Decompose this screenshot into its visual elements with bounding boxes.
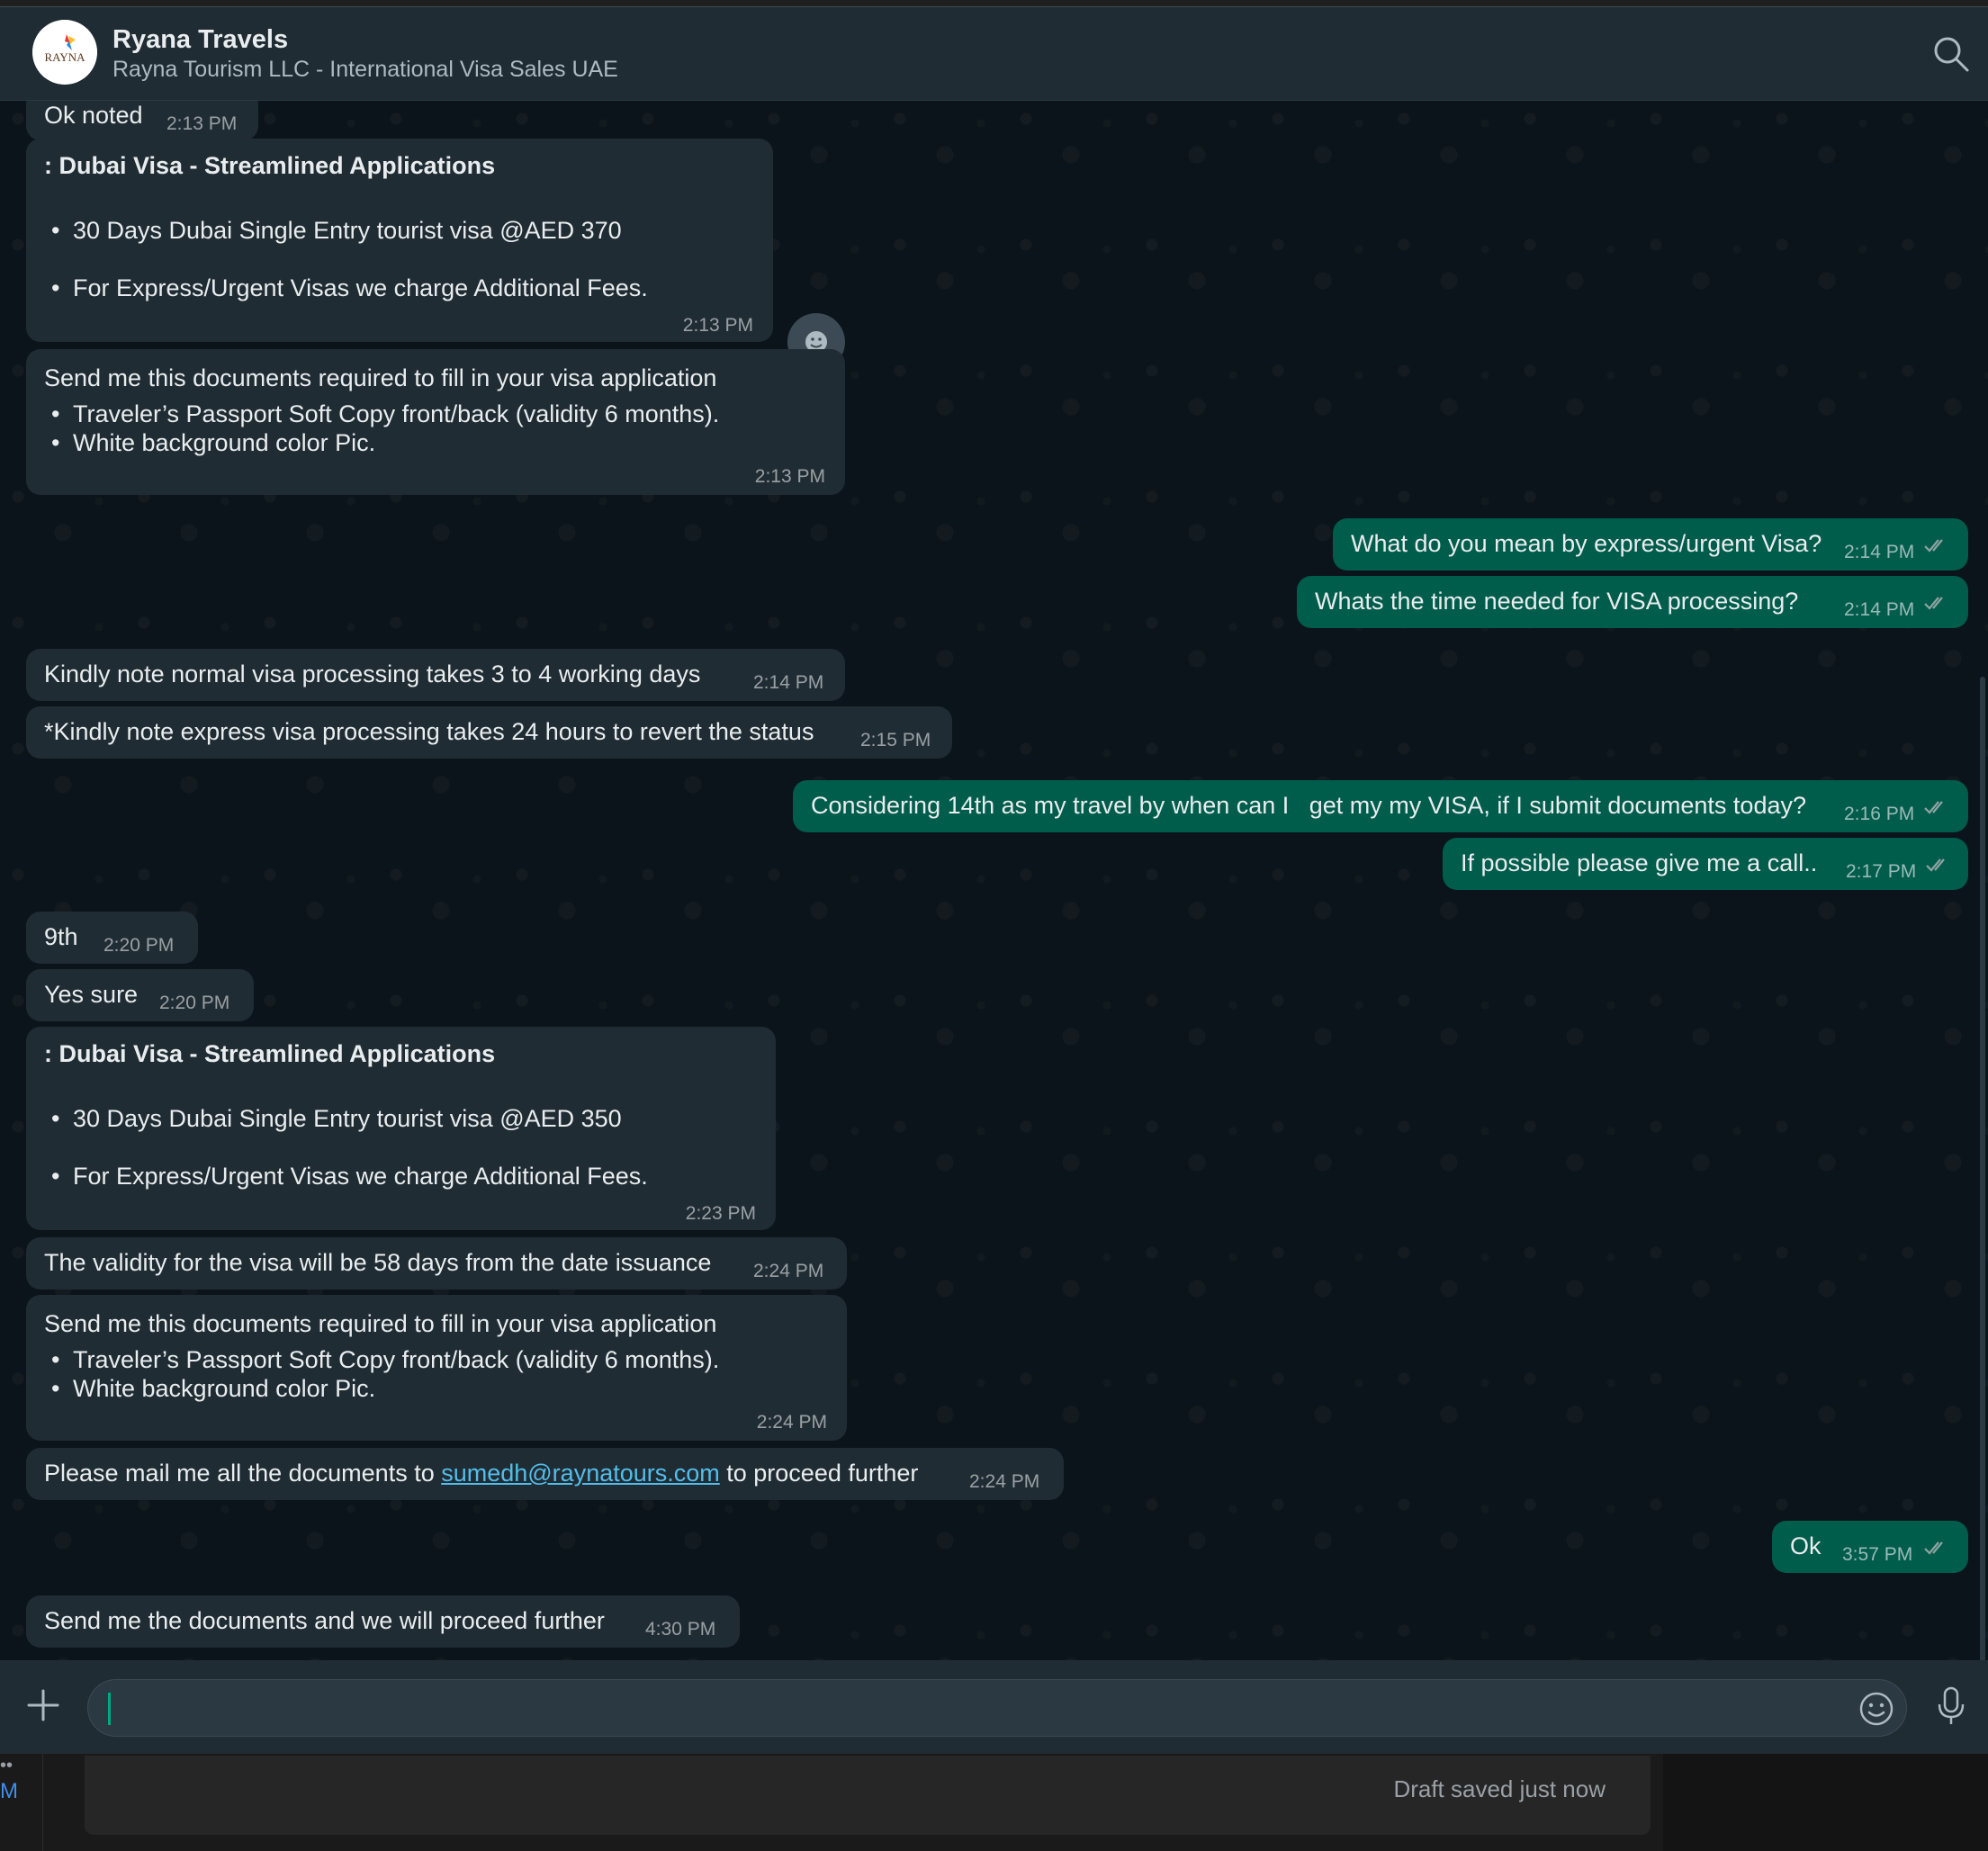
double-check-icon — [1924, 1541, 1943, 1555]
message-time: 2:24 PM — [753, 1261, 824, 1281]
avatar[interactable]: RAYNA — [32, 20, 97, 85]
emoji-icon[interactable] — [1858, 1690, 1895, 1728]
svg-text:RAYNA: RAYNA — [44, 50, 85, 64]
message-text: Send me this documents required to fill … — [44, 364, 717, 391]
message-input[interactable] — [87, 1679, 1907, 1737]
email-link[interactable]: sumedh@raynatours.com — [441, 1460, 720, 1487]
double-check-icon — [1924, 539, 1943, 553]
double-check-icon — [1926, 858, 1945, 872]
message-incoming[interactable]: 9th 2:20 PM — [26, 912, 198, 964]
message-text: Considering 14th as my travel by when ca… — [811, 792, 1806, 819]
double-check-icon — [1924, 801, 1943, 814]
plus-icon[interactable] — [25, 1687, 61, 1723]
message-incoming[interactable]: Yes sure 2:20 PM — [26, 969, 254, 1021]
message-bullet: White background color Pic. — [51, 427, 375, 459]
message-list[interactable]: Ok noted 2:13 PM : Dubai Visa - Streamli… — [0, 101, 1988, 1660]
message-bullet: 30 Days Dubai Single Entry tourist visa … — [51, 1102, 622, 1135]
message-text-after: to proceed further — [719, 1460, 919, 1487]
message-text: Send me this documents required to fill … — [44, 1310, 717, 1337]
double-check-icon — [1924, 597, 1943, 610]
message-text: Kindly note normal visa processing takes… — [44, 660, 701, 687]
message-title: : Dubai Visa - Streamlined Applications — [44, 1040, 496, 1067]
message-time: 2:20 PM — [159, 993, 230, 1013]
window-top-edge — [0, 0, 1988, 7]
message-outgoing[interactable]: What do you mean by express/urgent Visa?… — [1333, 518, 1968, 571]
message-outgoing[interactable]: Whats the time needed for VISA processin… — [1297, 576, 1968, 628]
message-text: Whats the time needed for VISA processin… — [1315, 588, 1799, 615]
more-dots: •• — [0, 1756, 13, 1775]
background-sidebar-edge: •• M — [0, 1754, 43, 1851]
message-time: 2:15 PM — [860, 730, 931, 750]
message-text: What do you mean by express/urgent Visa? — [1351, 530, 1822, 557]
contact-subtitle: Rayna Tourism LLC - International Visa S… — [112, 57, 618, 82]
message-bullet: Traveler’s Passport Soft Copy front/back… — [51, 398, 719, 430]
message-outgoing[interactable]: If possible please give me a call.. 2:17… — [1443, 838, 1968, 890]
message-composer — [0, 1660, 1988, 1754]
message-text: *Kindly note express visa processing tak… — [44, 718, 814, 745]
message-incoming[interactable]: The validity for the visa will be 58 day… — [26, 1237, 847, 1289]
message-time: 4:30 PM — [645, 1619, 716, 1640]
message-text: Ok noted — [44, 102, 143, 129]
message-time: 2:23 PM — [685, 1203, 756, 1224]
message-incoming[interactable]: Send me this documents required to fill … — [26, 1295, 847, 1441]
chat-header[interactable]: RAYNA Ryana Travels Rayna Tourism LLC - … — [0, 7, 1988, 101]
message-incoming[interactable]: Kindly note normal visa processing takes… — [26, 649, 845, 701]
message-text: 9th — [44, 923, 78, 950]
text-caret — [108, 1693, 111, 1725]
search-icon[interactable] — [1931, 34, 1971, 74]
whatsapp-window: RAYNA Ryana Travels Rayna Tourism LLC - … — [0, 0, 1988, 1851]
message-bullet: Traveler’s Passport Soft Copy front/back… — [51, 1343, 719, 1376]
message-text-before: Please mail me all the documents to — [44, 1460, 442, 1487]
message-text: The validity for the visa will be 58 day… — [44, 1249, 712, 1276]
message-outgoing[interactable]: Ok 3:57 PM — [1772, 1521, 1968, 1573]
message-time: 2:14 PM — [1844, 599, 1915, 620]
contact-name[interactable]: Ryana Travels — [112, 25, 288, 55]
message-time: 2:17 PM — [1846, 861, 1917, 882]
message-outgoing[interactable]: Considering 14th as my travel by when ca… — [793, 780, 1968, 832]
message-incoming[interactable]: : Dubai Visa - Streamlined Applications … — [26, 1027, 776, 1230]
message-time: 2:24 PM — [756, 1412, 827, 1433]
message-incoming[interactable]: Please mail me all the documents to sume… — [26, 1448, 1064, 1500]
message-bullet: White background color Pic. — [51, 1372, 375, 1405]
message-time: 2:24 PM — [969, 1471, 1040, 1492]
message-time: 2:14 PM — [1844, 542, 1915, 562]
message-text: Yes sure — [44, 981, 139, 1008]
message-time: 2:13 PM — [166, 113, 238, 134]
message-time: 2:13 PM — [682, 315, 753, 336]
message-time: 2:16 PM — [1844, 804, 1915, 824]
message-text: Please mail me all the documents to sume… — [44, 1457, 918, 1489]
message-bullet: For Express/Urgent Visas we charge Addit… — [51, 1160, 648, 1192]
draft-status: Draft saved just now — [1393, 1775, 1606, 1802]
message-incoming[interactable]: Ok noted 2:13 PM — [26, 101, 258, 140]
message-time: 2:14 PM — [753, 672, 824, 693]
message-text: If possible please give me a call.. — [1461, 849, 1818, 876]
message-time: 2:13 PM — [754, 466, 825, 487]
message-title: : Dubai Visa - Streamlined Applications — [44, 152, 496, 179]
draft-panel: Draft saved just now — [85, 1756, 1651, 1835]
message-time: 3:57 PM — [1842, 1544, 1913, 1565]
message-text: Send me the documents and we will procee… — [44, 1607, 605, 1634]
background-panel-right — [1663, 1754, 1988, 1851]
scrollbar[interactable] — [1980, 677, 1985, 1660]
message-incoming[interactable]: Send me this documents required to fill … — [26, 349, 845, 495]
message-bullet: 30 Days Dubai Single Entry tourist visa … — [51, 214, 622, 247]
sidebar-letter: M — [0, 1779, 18, 1803]
message-incoming[interactable]: : Dubai Visa - Streamlined Applications … — [26, 139, 773, 342]
message-bullet: For Express/Urgent Visas we charge Addit… — [51, 272, 648, 304]
message-time: 2:20 PM — [103, 935, 175, 956]
microphone-icon[interactable] — [1935, 1685, 1967, 1727]
message-incoming[interactable]: *Kindly note express visa processing tak… — [26, 706, 952, 759]
rayna-logo-icon: RAYNA — [32, 20, 97, 85]
background-window-strip: •• M Draft saved just now — [0, 1754, 1988, 1851]
message-incoming[interactable]: Send me the documents and we will procee… — [26, 1595, 740, 1648]
message-text: Ok — [1790, 1532, 1822, 1559]
